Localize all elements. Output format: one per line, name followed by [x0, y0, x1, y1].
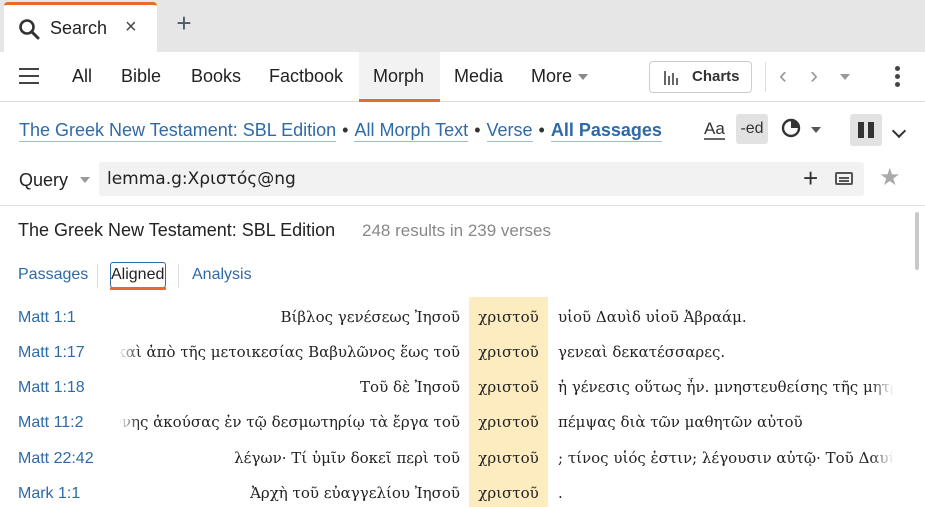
query-box: +: [99, 162, 864, 196]
charts-button[interactable]: Charts: [649, 61, 752, 93]
verse-reference-link[interactable]: Matt 1:17: [18, 344, 85, 362]
scope-text-link[interactable]: All Morph Text: [354, 120, 469, 142]
nav-more-label: More: [531, 66, 573, 86]
back-arrow-icon[interactable]: ‹: [779, 64, 787, 88]
visual-filter-icon[interactable]: [781, 118, 801, 138]
divider: [97, 264, 98, 288]
context-before: ἰωάννης ἀκούσας ἐν τῷ δεσμωτηρίῳ τὰ ἔργα…: [120, 413, 460, 431]
query-label[interactable]: Query: [19, 170, 68, 191]
keyboard-icon[interactable]: [835, 172, 853, 185]
divider: [178, 264, 179, 288]
context-before: Βίβλος γενέσεως Ἰησοῦ: [280, 308, 460, 326]
nav-item-all[interactable]: All: [72, 66, 92, 87]
hit-word[interactable]: χριστοῦ: [469, 308, 548, 326]
context-after: γενεαὶ δεκατέσσαρες.: [558, 343, 726, 361]
verse-reference-link[interactable]: Matt 22:42: [18, 450, 94, 468]
fade-overlay: [118, 408, 140, 434]
active-tab-indicator: [110, 287, 166, 290]
scope-unit-link[interactable]: Verse: [486, 120, 533, 142]
close-icon[interactable]: ×: [125, 16, 137, 38]
context-after: πέμψας διὰ τῶν μαθητῶν αὐτοῦ: [558, 413, 803, 431]
hit-word[interactable]: χριστοῦ: [469, 343, 548, 361]
tab-strip: Search × +: [0, 0, 925, 52]
chevron-down-icon[interactable]: [811, 127, 821, 133]
context-before: Τοῦ δὲ Ἰησοῦ: [360, 378, 460, 396]
chevron-down-icon: [578, 74, 589, 81]
divider: [0, 205, 925, 206]
toolbar: All Bible Books Factbook Morph Media Mor…: [0, 52, 925, 102]
chevron-down-icon[interactable]: [891, 123, 907, 139]
nav-item-media[interactable]: Media: [454, 66, 503, 87]
hit-word[interactable]: χριστοῦ: [469, 413, 548, 431]
verse-reference-link[interactable]: Matt 11:2: [18, 414, 84, 432]
context-after: ἡ γένεσις οὕτως ἦν. μνηστευθείσης τῆς μη…: [558, 378, 893, 396]
context-after: .: [558, 484, 563, 502]
menu-icon[interactable]: [19, 68, 39, 84]
view-tab-analysis[interactable]: Analysis: [192, 266, 252, 284]
table-row[interactable]: Matt 11:2 ἰωάννης ἀκούσας ἐν τῷ δεσμωτηρ…: [0, 404, 925, 439]
table-row[interactable]: Matt 22:42 λέγων· Τί ὑμῖν δοκεῖ περὶ τοῦ…: [0, 440, 925, 475]
nav-item-bible[interactable]: Bible: [121, 66, 161, 87]
tab-label: Search: [50, 18, 108, 38]
search-icon: [19, 19, 40, 40]
search-input[interactable]: [107, 167, 787, 191]
view-tab-passages[interactable]: Passages: [18, 266, 88, 284]
context-after: υἱοῦ Δαυὶδ υἱοῦ Ἀβραάμ.: [558, 308, 747, 326]
bar-chart-icon: [664, 71, 680, 85]
context-before: λέγων· Τί ὑμῖν δοκεῖ περὶ τοῦ: [234, 449, 460, 467]
more-options-icon[interactable]: [895, 66, 901, 88]
history-dropdown-icon[interactable]: [840, 74, 850, 80]
query-type-dropdown-icon[interactable]: [80, 177, 90, 183]
verse-reference-link[interactable]: Mark 1:1: [18, 485, 80, 503]
nav-item-books[interactable]: Books: [191, 66, 241, 87]
hit-word[interactable]: χριστοῦ: [469, 378, 548, 396]
view-tab-aligned-label: Aligned: [111, 266, 165, 283]
add-term-icon[interactable]: +: [803, 164, 818, 192]
scrollbar[interactable]: [915, 212, 919, 270]
table-row[interactable]: Matt 1:18 Τοῦ δὲ Ἰησοῦ χριστοῦ ἡ γένεσις…: [0, 369, 925, 404]
nav-item-morph[interactable]: Morph: [373, 66, 424, 87]
scope-range-link[interactable]: All Passages: [550, 120, 662, 142]
fade-overlay: [870, 373, 894, 399]
fade-overlay: [118, 338, 140, 364]
forward-arrow-icon[interactable]: ›: [810, 64, 818, 88]
hit-word[interactable]: χριστοῦ: [469, 484, 548, 502]
toolbar-divider: [765, 62, 766, 92]
scope-resource-link[interactable]: The Greek New Testament: SBL Edition: [19, 120, 337, 142]
new-tab-button[interactable]: +: [172, 10, 196, 36]
font-size-icon[interactable]: Aa: [704, 120, 725, 140]
context-before: ς καὶ ἀπὸ τῆς μετοικεσίας Βαβυλῶνος ἕως …: [120, 343, 460, 361]
favorite-star-icon[interactable]: ★: [879, 165, 901, 191]
nav-item-factbook[interactable]: Factbook: [269, 66, 343, 87]
fade-overlay: [870, 444, 894, 470]
table-row[interactable]: Matt 1:17 ς καὶ ἀπὸ τῆς μετοικεσίας Βαβυ…: [0, 334, 925, 369]
table-row[interactable]: Mark 1:1 Ἀρχὴ τοῦ εὐαγγελίου Ἰησοῦ χριστ…: [0, 475, 925, 507]
charts-label: Charts: [692, 68, 740, 85]
context-after: ; τίνος υἱός ἐστιν; λέγουσιν αὐτῷ· Τοῦ Δ…: [558, 449, 893, 467]
table-row[interactable]: Matt 1:1 Βίβλος γενέσεως Ἰησοῦ χριστοῦ υ…: [0, 299, 925, 334]
split-pane-icon[interactable]: [850, 114, 882, 146]
hit-word[interactable]: χριστοῦ: [469, 449, 548, 467]
verse-reference-link[interactable]: Matt 1:1: [18, 309, 76, 327]
context-before: Ἀρχὴ τοῦ εὐαγγελίου Ἰησοῦ: [250, 484, 460, 502]
results-title: The Greek New Testament: SBL Edition: [18, 220, 336, 240]
ed-toggle-icon[interactable]: -ed: [736, 114, 768, 144]
results-count: 248 results in 239 verses: [362, 221, 551, 240]
tab-search[interactable]: Search ×: [4, 2, 157, 52]
search-scope-breadcrumb: The Greek New Testament: SBL Edition • All…: [19, 120, 662, 142]
verse-reference-link[interactable]: Matt 1:18: [18, 379, 85, 397]
nav-item-more[interactable]: More: [531, 66, 589, 87]
